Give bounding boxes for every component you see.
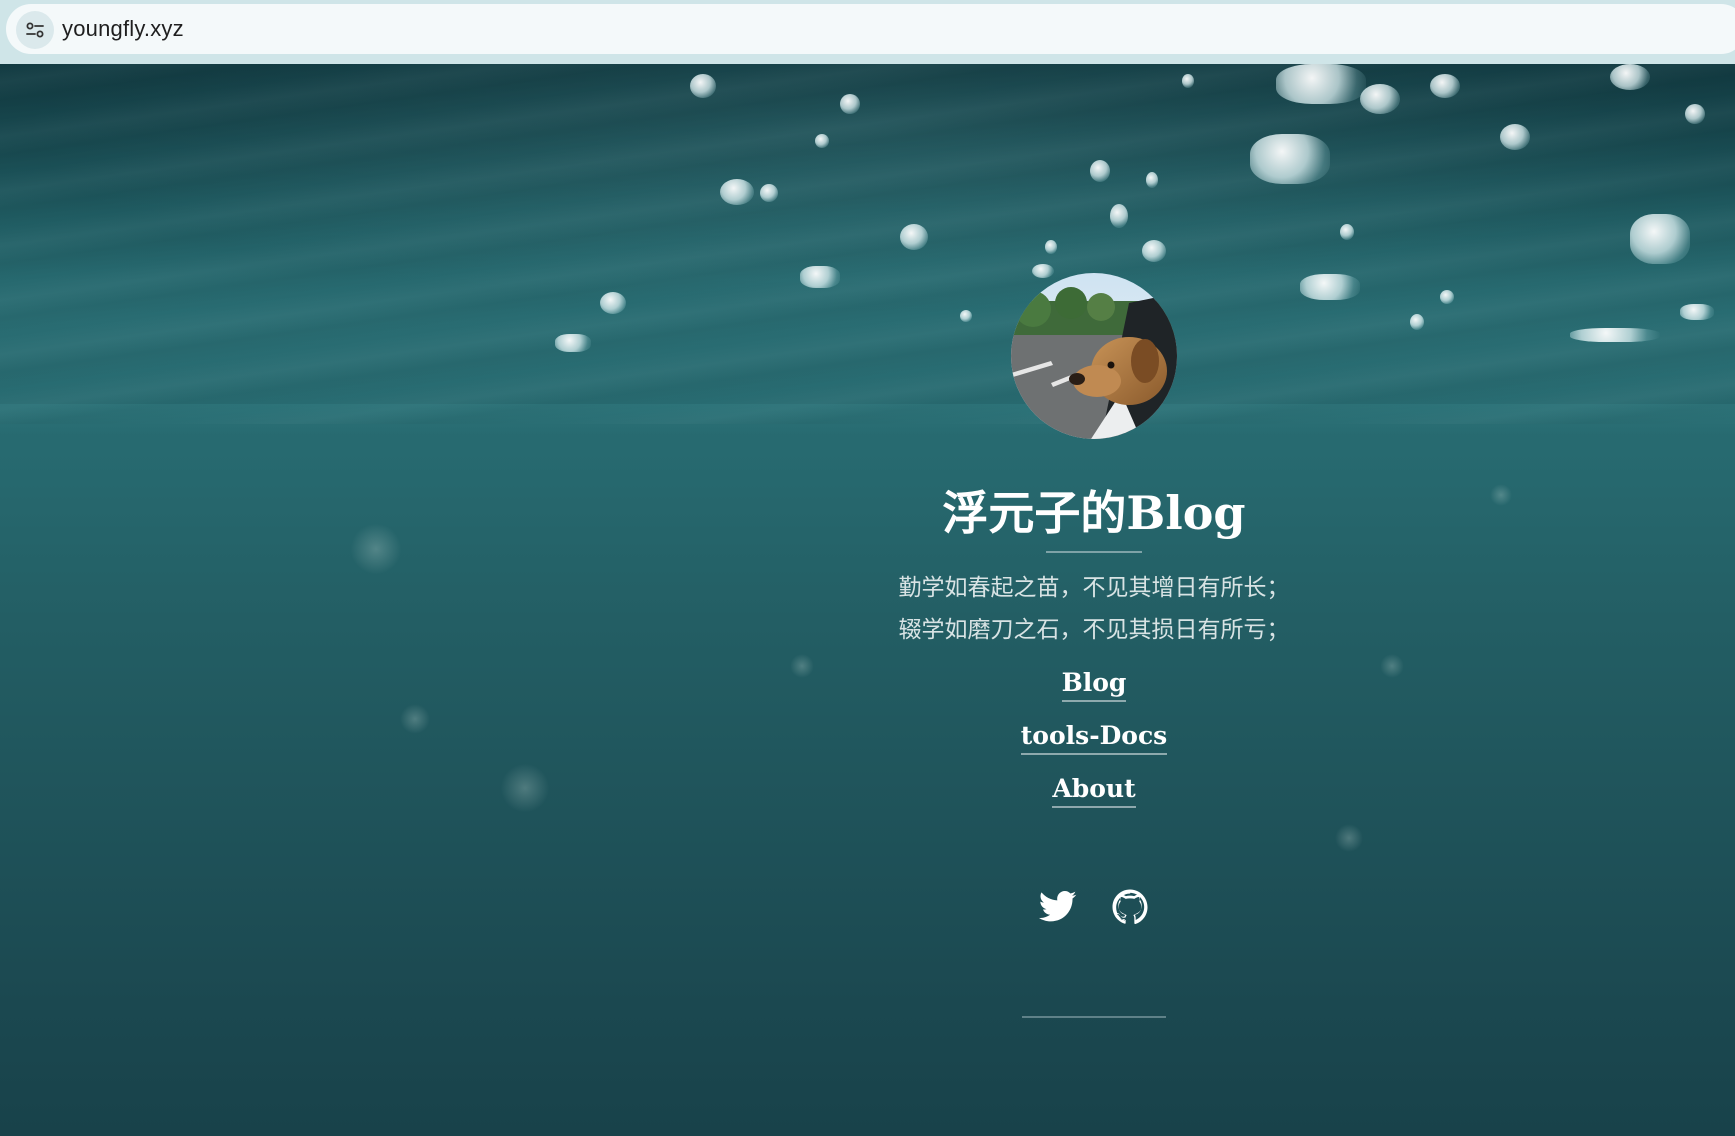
footer-divider bbox=[1022, 1016, 1166, 1018]
nav-link-blog[interactable]: Blog bbox=[894, 668, 1294, 702]
avatar bbox=[1011, 273, 1177, 439]
bubble bbox=[1110, 204, 1128, 228]
bubble bbox=[1182, 74, 1194, 88]
bubble bbox=[1146, 172, 1158, 188]
bubble bbox=[1680, 304, 1714, 320]
water-surface bbox=[0, 64, 1735, 424]
bubble bbox=[720, 179, 754, 205]
github-icon[interactable] bbox=[1110, 887, 1150, 927]
twitter-icon[interactable] bbox=[1038, 887, 1078, 927]
bokeh bbox=[1490, 484, 1512, 506]
bubble bbox=[800, 266, 840, 288]
bubble bbox=[1250, 134, 1330, 184]
bubble bbox=[1032, 264, 1054, 278]
title-divider bbox=[1046, 551, 1142, 553]
address-bar[interactable]: youngfly.xyz bbox=[6, 4, 1735, 54]
bokeh bbox=[400, 704, 430, 734]
nav-link-about[interactable]: About bbox=[894, 774, 1294, 808]
bokeh bbox=[790, 654, 814, 678]
site-title[interactable]: 浮元子的Blog bbox=[900, 477, 1288, 543]
motto-line-2: 辍学如磨刀之石，不见其损日有所亏； bbox=[898, 617, 1290, 643]
bubble bbox=[1500, 124, 1530, 150]
bubble bbox=[1340, 224, 1354, 240]
bubble bbox=[1430, 74, 1460, 98]
bubble bbox=[555, 334, 591, 352]
bubble bbox=[960, 310, 972, 322]
nav-link-label[interactable]: Blog bbox=[1061, 668, 1127, 702]
browser-toolbar: youngfly.xyz bbox=[0, 0, 1735, 64]
bubble bbox=[840, 94, 860, 114]
bubble bbox=[1142, 240, 1166, 262]
bokeh bbox=[1380, 654, 1404, 678]
bubble bbox=[690, 74, 716, 98]
bubble bbox=[1440, 290, 1454, 304]
bokeh bbox=[500, 764, 550, 812]
bubble bbox=[1276, 64, 1366, 104]
bokeh bbox=[350, 524, 402, 574]
url-text[interactable]: youngfly.xyz bbox=[62, 16, 184, 42]
bokeh bbox=[1335, 824, 1363, 852]
bubble bbox=[1610, 64, 1650, 90]
bubble bbox=[1360, 84, 1400, 114]
bubble bbox=[1570, 328, 1660, 342]
nav-link-label[interactable]: About bbox=[1052, 774, 1136, 808]
bubble bbox=[760, 184, 778, 202]
bubble bbox=[1045, 240, 1057, 254]
bubble bbox=[1410, 314, 1424, 330]
tune-icon[interactable] bbox=[16, 11, 54, 49]
motto-line-1: 勤学如春起之苗，不见其增日有所长； bbox=[898, 575, 1290, 601]
bubble bbox=[600, 292, 626, 314]
bubble bbox=[900, 224, 928, 250]
nav-link-tools-docs[interactable]: tools-Docs bbox=[894, 721, 1294, 755]
nav-link-label[interactable]: tools-Docs bbox=[1020, 721, 1168, 755]
bubble bbox=[1300, 274, 1360, 300]
bubble bbox=[1090, 160, 1110, 182]
bubble bbox=[815, 134, 829, 148]
bubble bbox=[1630, 214, 1690, 264]
bubble bbox=[1685, 104, 1705, 124]
